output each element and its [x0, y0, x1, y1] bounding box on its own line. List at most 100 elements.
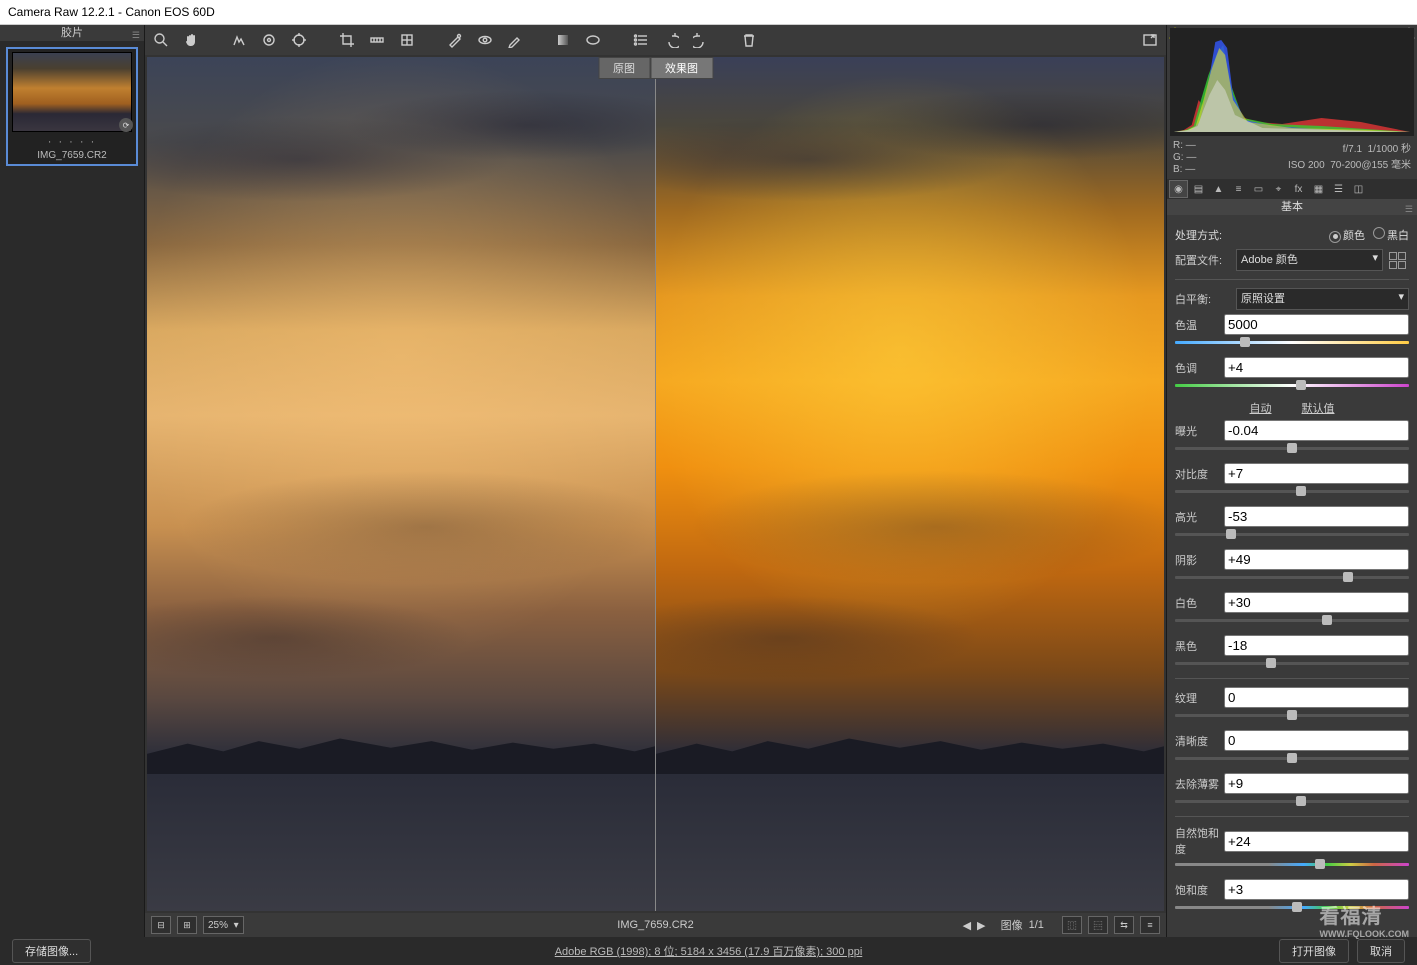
blacks-slider[interactable] — [1175, 658, 1409, 668]
tint-slider[interactable] — [1175, 380, 1409, 390]
shadows-label: 阴影 — [1175, 552, 1224, 568]
vibrance-value[interactable] — [1224, 831, 1409, 852]
thumbnail-filename: IMG_7659.CR2 — [37, 150, 106, 161]
clarity-slider[interactable] — [1175, 753, 1409, 763]
tab-detail-icon[interactable]: ▲ — [1209, 180, 1228, 198]
undo-icon[interactable] — [661, 30, 681, 50]
wb-select[interactable]: 原照设置▾ — [1236, 288, 1409, 310]
profile-browser-icon[interactable] — [1389, 252, 1409, 268]
histogram[interactable] — [1170, 28, 1414, 136]
highlights-slider[interactable] — [1175, 529, 1409, 539]
bottom-bar: 存储图像... Adobe RGB (1998); 8 位; 5184 x 34… — [0, 937, 1417, 965]
target-adjustment-tool-icon[interactable] — [289, 30, 309, 50]
clarity-label: 清晰度 — [1175, 733, 1224, 749]
radial-filter-tool-icon[interactable] — [583, 30, 603, 50]
fit-plus-icon[interactable]: ⊞ — [177, 916, 197, 934]
graduated-filter-tool-icon[interactable] — [553, 30, 573, 50]
exposure-value[interactable] — [1224, 420, 1409, 441]
thumbnail-rating-dots[interactable]: · · · · · — [48, 136, 97, 148]
texture-value[interactable] — [1224, 687, 1409, 708]
trash-icon[interactable] — [739, 30, 759, 50]
tab-basic-icon[interactable]: ◉ — [1169, 180, 1188, 198]
image-counter: 1/1 — [1029, 919, 1044, 931]
treatment-color-radio[interactable]: 颜色 — [1329, 227, 1365, 243]
tab-presets-icon[interactable]: ☰ — [1329, 180, 1348, 198]
clarity-value[interactable] — [1224, 730, 1409, 751]
hand-tool-icon[interactable] — [181, 30, 201, 50]
thumbnail-selected[interactable]: ⟳ · · · · · IMG_7659.CR2 — [6, 47, 138, 166]
saturation-value[interactable] — [1224, 879, 1409, 900]
split-tab-before[interactable]: 原图 — [598, 57, 650, 79]
panel-menu-icon[interactable]: ☰ — [1405, 201, 1413, 217]
shadows-slider[interactable] — [1175, 572, 1409, 582]
zoom-tool-icon[interactable] — [151, 30, 171, 50]
white-balance-tool-icon[interactable] — [229, 30, 249, 50]
blacks-value[interactable] — [1224, 635, 1409, 656]
dehaze-value[interactable] — [1224, 773, 1409, 794]
zoom-select[interactable]: 25% ▾ — [203, 916, 244, 934]
list-view-icon[interactable] — [631, 30, 651, 50]
tab-lens-icon[interactable]: ⌖ — [1269, 180, 1288, 198]
tab-split-icon[interactable]: ▭ — [1249, 180, 1268, 198]
preview-after — [655, 57, 1164, 911]
texture-slider[interactable] — [1175, 710, 1409, 720]
contrast-label: 对比度 — [1175, 466, 1224, 482]
exposure-slider[interactable] — [1175, 443, 1409, 453]
treatment-bw-radio[interactable]: 黑白 — [1373, 227, 1409, 243]
exposure-label: 曝光 — [1175, 423, 1224, 439]
red-eye-tool-icon[interactable] — [475, 30, 495, 50]
compare-swap-icon[interactable]: ⇆ — [1114, 916, 1134, 934]
tab-fx-icon[interactable]: fx — [1289, 180, 1308, 198]
transform-tool-icon[interactable] — [397, 30, 417, 50]
saturation-label: 饱和度 — [1175, 882, 1224, 898]
highlights-value[interactable] — [1224, 506, 1409, 527]
temp-value[interactable] — [1224, 314, 1409, 335]
preview-area[interactable]: 原图 效果图 — [147, 57, 1164, 911]
profile-select[interactable]: Adobe 颜色▾ — [1236, 249, 1383, 271]
save-image-button[interactable]: 存储图像... — [12, 939, 91, 963]
temp-slider[interactable] — [1175, 337, 1409, 347]
dehaze-slider[interactable] — [1175, 796, 1409, 806]
compare-mode-2-icon[interactable]: ⿳ — [1088, 916, 1108, 934]
default-link[interactable]: 默认值 — [1302, 400, 1335, 416]
next-image-icon[interactable]: ▶ — [977, 919, 985, 932]
crop-tool-icon[interactable] — [337, 30, 357, 50]
whites-value[interactable] — [1224, 592, 1409, 613]
vibrance-label: 自然饱和度 — [1175, 825, 1224, 857]
tab-calib-icon[interactable]: ▦ — [1309, 180, 1328, 198]
whites-slider[interactable] — [1175, 615, 1409, 625]
tab-hsl-icon[interactable]: ≡ — [1229, 180, 1248, 198]
filmstrip-menu-icon[interactable]: ☰ — [132, 27, 140, 43]
filmstrip-panel: 胶片 ☰ ⟳ · · · · · IMG_7659.CR2 — [0, 25, 145, 937]
fit-minus-icon[interactable]: ⊟ — [151, 916, 171, 934]
tint-value[interactable] — [1224, 357, 1409, 378]
panel-title: 基本 ☰ — [1167, 199, 1417, 215]
tab-curve-icon[interactable]: ▤ — [1189, 180, 1208, 198]
color-sampler-tool-icon[interactable] — [259, 30, 279, 50]
auto-link[interactable]: 自动 — [1250, 400, 1272, 416]
window-titlebar: Camera Raw 12.2.1 - Canon EOS 60D — [0, 0, 1417, 25]
vibrance-slider[interactable] — [1175, 859, 1409, 869]
shadows-value[interactable] — [1224, 549, 1409, 570]
panel-tabstrip: ◉ ▤ ▲ ≡ ▭ ⌖ fx ▦ ☰ ◫ — [1167, 179, 1417, 199]
straighten-tool-icon[interactable] — [367, 30, 387, 50]
image-counter-label: 图像 — [1001, 917, 1023, 933]
open-image-button[interactable]: 打开图像 — [1279, 939, 1349, 963]
highlights-label: 高光 — [1175, 509, 1224, 525]
saturation-slider[interactable] — [1175, 902, 1409, 912]
prev-image-icon[interactable]: ◀ — [963, 919, 971, 932]
thumbnail-settings-badge[interactable]: ⟳ — [119, 118, 133, 132]
adjustment-brush-tool-icon[interactable] — [505, 30, 525, 50]
image-bar: ⊟ ⊞ 25% ▾ IMG_7659.CR2 ◀ ▶ 图像 1/1 ⿲ ⿳ ⇆ … — [145, 913, 1166, 937]
workflow-link[interactable]: Adobe RGB (1998); 8 位; 5184 x 3456 (17.9… — [555, 943, 863, 959]
redo-icon[interactable] — [691, 30, 711, 50]
contrast-slider[interactable] — [1175, 486, 1409, 496]
fullscreen-icon[interactable] — [1140, 30, 1160, 50]
tab-snapshots-icon[interactable]: ◫ — [1349, 180, 1368, 198]
contrast-value[interactable] — [1224, 463, 1409, 484]
compare-mode-1-icon[interactable]: ⿲ — [1062, 916, 1082, 934]
spot-removal-tool-icon[interactable] — [445, 30, 465, 50]
split-tab-after[interactable]: 效果图 — [650, 57, 713, 79]
cancel-button[interactable]: 取消 — [1357, 939, 1405, 963]
settings-sliders-icon[interactable]: ≡ — [1140, 916, 1160, 934]
